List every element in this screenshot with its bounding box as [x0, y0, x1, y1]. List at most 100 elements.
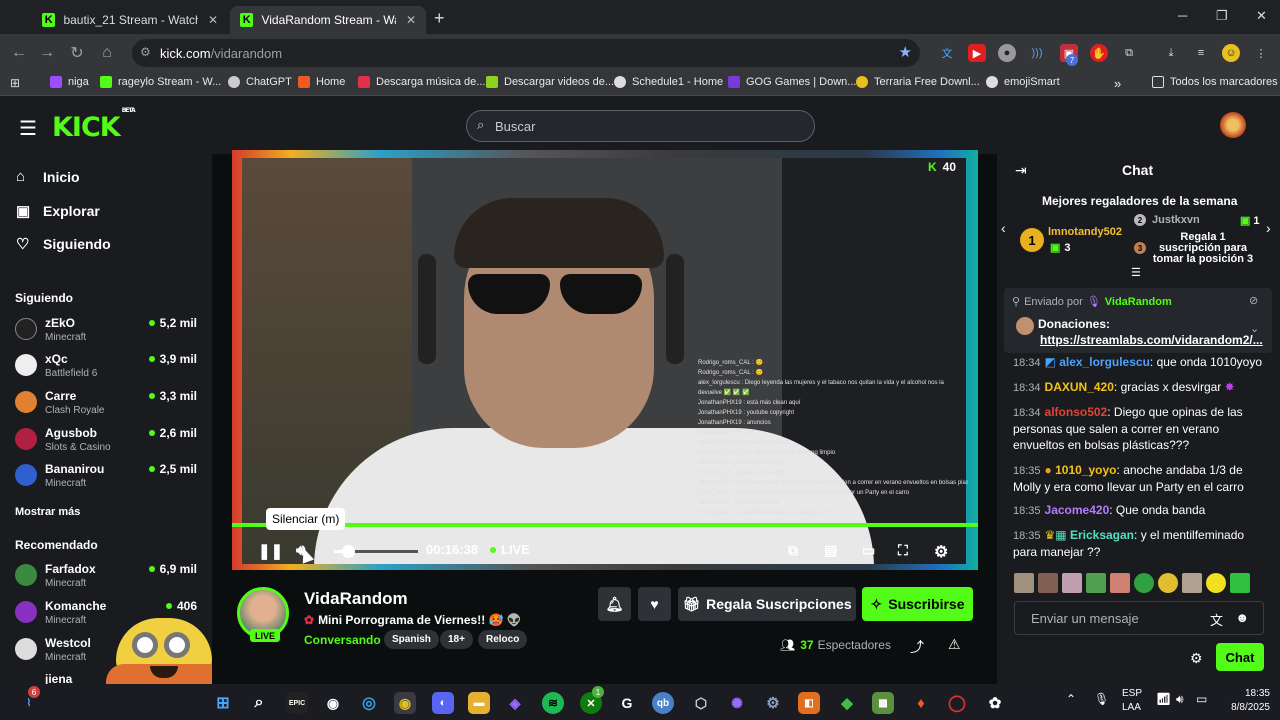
share-icon[interactable]: ⤴: [910, 637, 924, 657]
edge-icon[interactable]: ◎: [358, 692, 380, 714]
channel-item-westcol[interactable]: Westcol Minecraft: [15, 636, 205, 670]
apps-grid-icon[interactable]: ⊞: [10, 76, 20, 90]
audio-extension-icon[interactable]: ))): [1028, 44, 1046, 62]
channel-item-bananirou[interactable]: Bananirou Minecraft 2,5 mil: [15, 462, 205, 496]
translate-extension-icon[interactable]: 文: [938, 44, 956, 62]
channel-item-jiena[interactable]: jiena: [15, 672, 205, 684]
emote-icon[interactable]: [1230, 573, 1250, 593]
epic-games-icon[interactable]: EPIC: [286, 692, 308, 714]
bookmark-item[interactable]: Schedule1 - Home: [614, 76, 723, 88]
app-icon[interactable]: ✿: [984, 692, 1006, 714]
gift-subs-button[interactable]: 🎁︎ Regala Suscripciones: [678, 587, 856, 621]
gifters-next-icon[interactable]: ›: [1266, 220, 1271, 236]
bookmark-item[interactable]: rageylo Stream - W...: [100, 76, 221, 88]
emote-icon[interactable]: [1182, 573, 1202, 593]
report-warning-icon[interactable]: ⚠: [948, 636, 961, 653]
pip-icon[interactable]: ⧉: [788, 542, 798, 559]
app-icon[interactable]: ◆: [836, 692, 858, 714]
extension-icon[interactable]: ●: [998, 44, 1016, 62]
bookmark-item[interactable]: ChatGPT: [228, 76, 292, 88]
steam-icon[interactable]: ◉: [322, 692, 344, 714]
download-icon[interactable]: ⤓: [1162, 44, 1180, 62]
minecraft-icon[interactable]: ▩: [872, 692, 894, 714]
app-icon[interactable]: G: [616, 692, 638, 714]
channel-item-xqc[interactable]: xQc Battlefield 6 3,9 mil: [15, 352, 205, 386]
search-icon[interactable]: ⌕: [248, 692, 270, 714]
app-icon[interactable]: ◧: [798, 692, 820, 714]
browser-tab-vidarandom[interactable]: K VidaRandom Stream - Watch Li ✕: [230, 6, 426, 34]
sidebar-item-explorar[interactable]: ▣ Explorar: [16, 202, 100, 220]
category-link[interactable]: Conversando: [304, 633, 381, 647]
kick-logo[interactable]: KICKBETA: [52, 107, 136, 143]
bookmark-item[interactable]: emojiSmart: [986, 76, 1060, 88]
pause-button[interactable]: ❚❚: [258, 542, 283, 560]
bookmark-item[interactable]: GOG Games | Down...: [728, 76, 856, 88]
close-icon[interactable]: ✕: [208, 13, 218, 27]
search-input[interactable]: ⌕ Buscar: [466, 110, 815, 142]
top-gifter-name[interactable]: lmnotandy502: [1048, 226, 1122, 238]
bookmark-item[interactable]: Terraria Free Downl...: [856, 76, 980, 88]
game-controller-icon[interactable]: ◈: [504, 692, 526, 714]
channel-item-carre[interactable]: Carre Clash Royale 3,3 mil: [15, 389, 205, 423]
emote-icon[interactable]: [1014, 573, 1034, 593]
bookmark-item[interactable]: Descarga música de...: [358, 76, 485, 88]
tag-reloco[interactable]: Reloco: [478, 630, 528, 649]
emote-icon[interactable]: [1206, 573, 1226, 593]
emote-icon[interactable]: [1062, 573, 1082, 593]
expand-gifters-icon[interactable]: ☰: [1131, 266, 1141, 279]
reload-icon[interactable]: ↻: [66, 42, 88, 64]
subscribe-button[interactable]: ✧ Suscribirse: [862, 587, 973, 621]
window-close-button[interactable]: ✕: [1256, 8, 1267, 24]
site-info-icon[interactable]: ⚙: [140, 45, 151, 59]
bookmark-star-icon[interactable]: ★: [899, 43, 912, 61]
channel-name[interactable]: VidaRandom: [304, 589, 408, 609]
opera-icon[interactable]: ◯: [946, 692, 968, 714]
qbittorrent-icon[interactable]: qb: [652, 692, 674, 714]
channel-item-farfadox[interactable]: Farfadox Minecraft 6,9 mil: [15, 562, 205, 596]
file-explorer-icon[interactable]: ▬: [468, 692, 490, 714]
all-bookmarks-folder[interactable]: Todos los marcadores: [1152, 76, 1278, 88]
browser-menu-icon[interactable]: ⋮: [1252, 44, 1270, 62]
clock-time[interactable]: 18:35: [1222, 688, 1270, 699]
channel-item-agusbob[interactable]: Agusbob Slots & Casino 2,6 mil: [15, 426, 205, 460]
minimize-button[interactable]: ─: [1178, 8, 1187, 23]
channel-item-komanche[interactable]: Komanche Minecraft 406: [15, 599, 205, 633]
chrome-icon[interactable]: ◉: [394, 692, 416, 714]
bookmark-item[interactable]: Descargar videos de...: [486, 76, 614, 88]
settings-gear-icon[interactable]: ⚙: [934, 542, 948, 562]
windows-start-icon[interactable]: ⊞: [212, 692, 234, 714]
new-tab-button[interactable]: +: [434, 8, 445, 29]
wifi-icon[interactable]: 📶︎: [1156, 692, 1171, 706]
tray-chevron-up-icon[interactable]: ⌃: [1066, 692, 1076, 706]
emote-icon[interactable]: [1158, 573, 1178, 593]
youtube-extension-icon[interactable]: ▶: [968, 44, 986, 62]
second-gifter-name[interactable]: Justkxvn: [1152, 214, 1200, 226]
clip-icon[interactable]: ▤: [824, 542, 837, 559]
back-icon[interactable]: ←: [8, 42, 30, 64]
sidebar-item-inicio[interactable]: ⌂ Inicio: [16, 168, 80, 185]
theater-mode-icon[interactable]: ▭: [862, 542, 875, 559]
discord-icon[interactable]: ◐: [432, 692, 454, 714]
translate-icon[interactable]: 文: [1210, 610, 1223, 629]
follow-heart-button[interactable]: ♥: [638, 587, 671, 621]
show-more-link[interactable]: Mostrar más: [15, 506, 80, 518]
spotify-icon[interactable]: ≋: [542, 692, 564, 714]
extensions-puzzle-icon[interactable]: ⧉: [1120, 44, 1138, 62]
live-indicator[interactable]: LIVE: [490, 542, 530, 557]
speaker-icon[interactable]: 🔊︎: [1176, 692, 1184, 707]
tag-spanish[interactable]: Spanish: [384, 630, 439, 649]
adblock-extension-icon[interactable]: ✋: [1090, 44, 1108, 62]
hide-pinned-icon[interactable]: ⊘: [1249, 294, 1258, 307]
bookmarks-overflow-button[interactable]: »: [1114, 76, 1121, 91]
sidebar-item-siguiendo[interactable]: ♡ Siguiendo: [16, 235, 111, 253]
maximize-button[interactable]: ❐: [1216, 8, 1228, 24]
close-icon[interactable]: ✕: [406, 13, 416, 27]
settings-gear-icon[interactable]: ⚙: [762, 692, 784, 714]
emote-icon[interactable]: [1110, 573, 1130, 593]
microphone-icon[interactable]: 🎙︎: [1094, 692, 1109, 706]
url-field[interactable]: ⚙ kick.com/vidarandom ★: [132, 39, 920, 67]
tag-18plus[interactable]: 18+: [440, 630, 473, 649]
home-icon[interactable]: ⌂: [96, 42, 118, 64]
emote-icon[interactable]: [1086, 573, 1106, 593]
emote-icon[interactable]: [1134, 573, 1154, 593]
